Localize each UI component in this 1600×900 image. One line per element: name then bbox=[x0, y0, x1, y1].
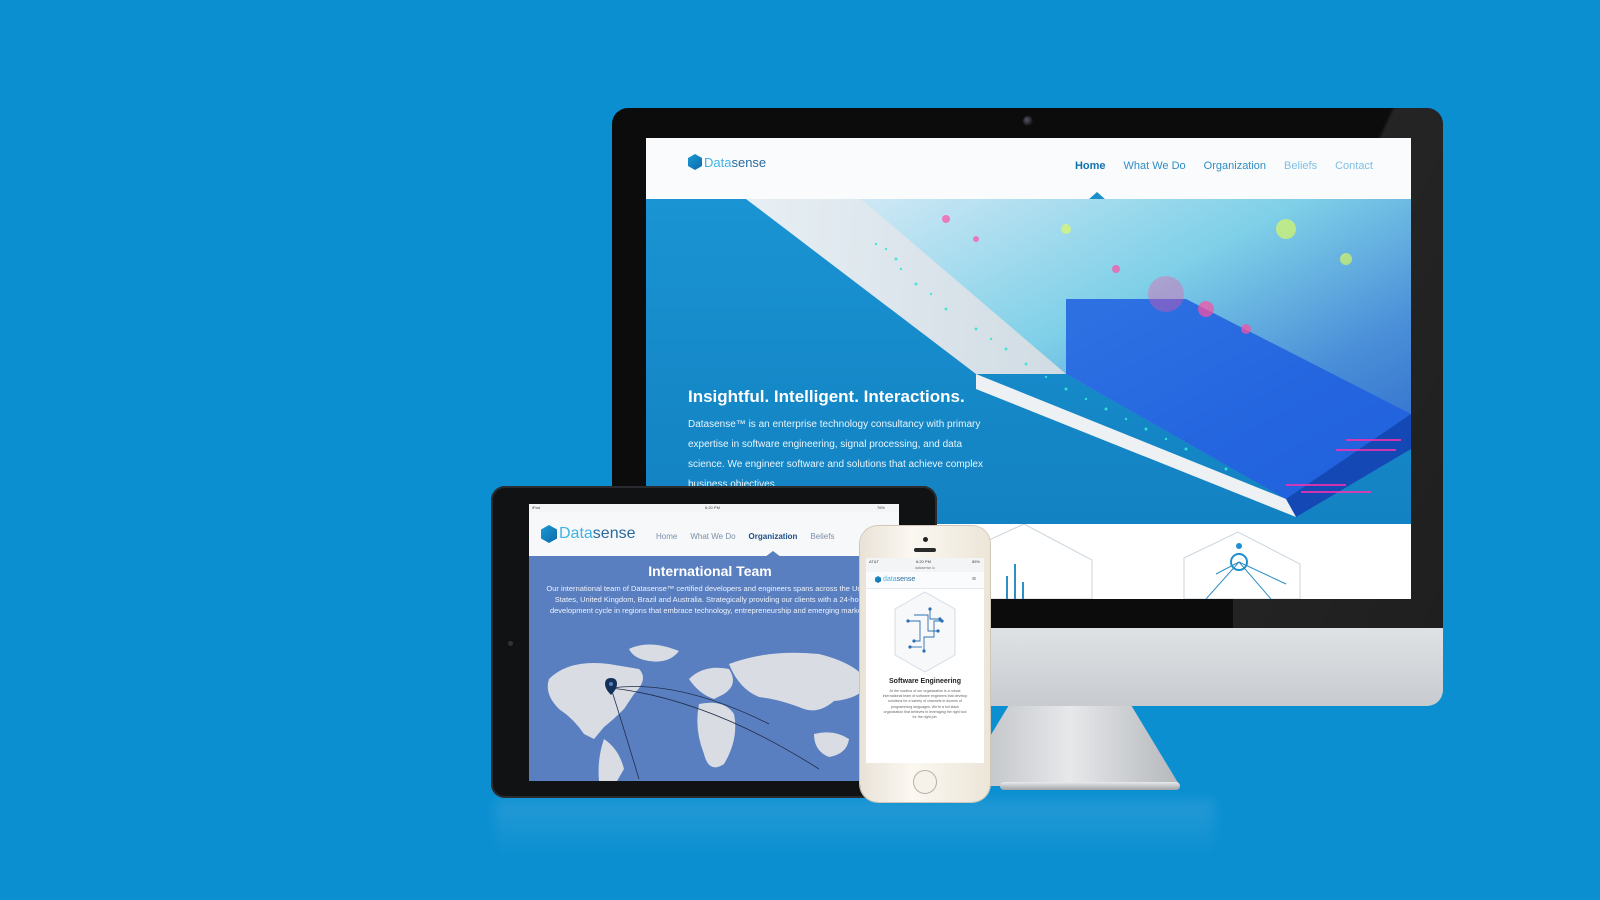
hamburger-menu-icon[interactable]: ≡ bbox=[972, 576, 976, 583]
imac-stand-base bbox=[1000, 782, 1180, 790]
logo-text-sense: sense bbox=[592, 525, 636, 542]
tablet-nav-beliefs[interactable]: Beliefs bbox=[810, 532, 834, 541]
world-map bbox=[547, 644, 869, 781]
tablet-section-title: International Team bbox=[648, 563, 772, 579]
desktop-logo[interactable]: Data sense bbox=[688, 154, 766, 170]
imac-camera bbox=[1023, 116, 1033, 126]
datasense-logo-icon bbox=[541, 525, 557, 543]
nav-what-we-do[interactable]: What We Do bbox=[1124, 160, 1186, 172]
nav-beliefs[interactable]: Beliefs bbox=[1284, 160, 1317, 172]
phone-status-battery: 85% bbox=[971, 559, 980, 564]
logo-text-sense: sense bbox=[896, 576, 916, 583]
tablet-section-body: Our international team of Datasense™ cer… bbox=[546, 584, 874, 615]
phone-section-title: Software Engineering bbox=[889, 678, 961, 685]
iphone-home-button bbox=[913, 770, 937, 794]
tablet-nav-links: Home What We Do Organization Beliefs bbox=[656, 532, 834, 541]
phone-navbar: data sense ≡ bbox=[866, 572, 984, 589]
circuit-hexagon-icon bbox=[894, 591, 956, 673]
phone-status-time: 6:20 PM bbox=[916, 559, 931, 564]
tablet-status-bar: iPad 6:20 PM 76% bbox=[529, 504, 899, 512]
tablet-nav-organization[interactable]: Organization bbox=[749, 532, 798, 541]
phone-status-bar: AT&T 6:20 PM 85% bbox=[866, 558, 984, 566]
device-reflection bbox=[495, 800, 1215, 860]
tablet-status-time: 6:20 PM bbox=[705, 505, 720, 510]
ipad-home-sensor bbox=[508, 641, 513, 646]
imac-stand bbox=[960, 706, 1180, 786]
tablet-nav-what-we-do[interactable]: What We Do bbox=[690, 532, 735, 541]
phone-logo[interactable]: data sense bbox=[875, 576, 915, 583]
hero-section: Insightful. Intelligent. Interactions. D… bbox=[646, 199, 1411, 524]
logo-text-data: data bbox=[883, 576, 897, 583]
phone-section-body: At the nucleus of our organization is a … bbox=[882, 689, 968, 720]
hero-description: Datasense™ is an enterprise technology c… bbox=[688, 419, 983, 490]
phone-website: AT&T 6:20 PM 85% datasense.io data sense … bbox=[866, 558, 984, 763]
tablet-navbar: Data sense Home What We Do Organization B… bbox=[529, 512, 899, 556]
phone-status-carrier: AT&T bbox=[869, 559, 879, 564]
tablet-nav-home[interactable]: Home bbox=[656, 532, 677, 541]
tablet-status-device: iPad bbox=[532, 505, 541, 510]
logo-text-data: Data bbox=[704, 154, 732, 170]
datasense-logo-icon bbox=[875, 576, 881, 583]
nav-home[interactable]: Home bbox=[1075, 160, 1106, 172]
datasense-logo-icon bbox=[688, 154, 702, 170]
hero-title: Insightful. Intelligent. Interactions. bbox=[688, 387, 965, 406]
logo-text-sense: sense bbox=[731, 154, 767, 170]
tablet-website: iPad 6:20 PM 76% Data sense Home What We … bbox=[529, 504, 899, 781]
iphone-speaker bbox=[914, 548, 936, 552]
tablet-logo[interactable]: Data sense bbox=[541, 525, 636, 543]
desktop-navbar: Data sense Home What We Do Organization B… bbox=[646, 138, 1411, 200]
desktop-nav-links: Home What We Do Organization Beliefs Con… bbox=[1075, 160, 1373, 172]
tablet-status-battery: 76% bbox=[876, 505, 885, 510]
tablet-active-nav-pointer bbox=[765, 551, 781, 557]
nav-organization[interactable]: Organization bbox=[1204, 160, 1266, 172]
iphone-camera bbox=[923, 537, 928, 542]
logo-text-data: Data bbox=[559, 525, 593, 542]
nav-contact[interactable]: Contact bbox=[1335, 160, 1373, 172]
